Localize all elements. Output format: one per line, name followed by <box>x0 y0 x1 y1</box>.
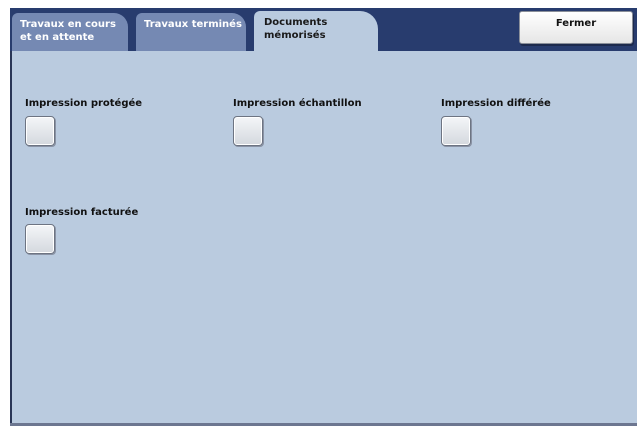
app-window: Travaux en cours et en attente Travaux t… <box>0 0 637 429</box>
tab-travaux-termines[interactable]: Travaux terminés <box>136 13 246 51</box>
option-label-impression-facturee: Impression facturée <box>25 207 139 218</box>
impression-protegee-button[interactable] <box>25 116 55 146</box>
close-button[interactable]: Fermer <box>519 11 633 44</box>
impression-echantillon-button[interactable] <box>233 116 263 146</box>
impression-facturee-button[interactable] <box>25 224 55 254</box>
tab-documents-memorises[interactable]: Documents mémorisés <box>254 11 378 51</box>
impression-differee-button[interactable] <box>441 116 471 146</box>
panel-bottom-edge <box>10 423 637 426</box>
option-label-impression-echantillon: Impression échantillon <box>233 98 362 109</box>
option-label-impression-protegee: Impression protégée <box>25 98 143 109</box>
close-button-label: Fermer <box>555 18 597 29</box>
tab-travaux-en-cours[interactable]: Travaux en cours et en attente <box>12 13 128 51</box>
option-label-impression-differee: Impression différée <box>441 98 551 109</box>
